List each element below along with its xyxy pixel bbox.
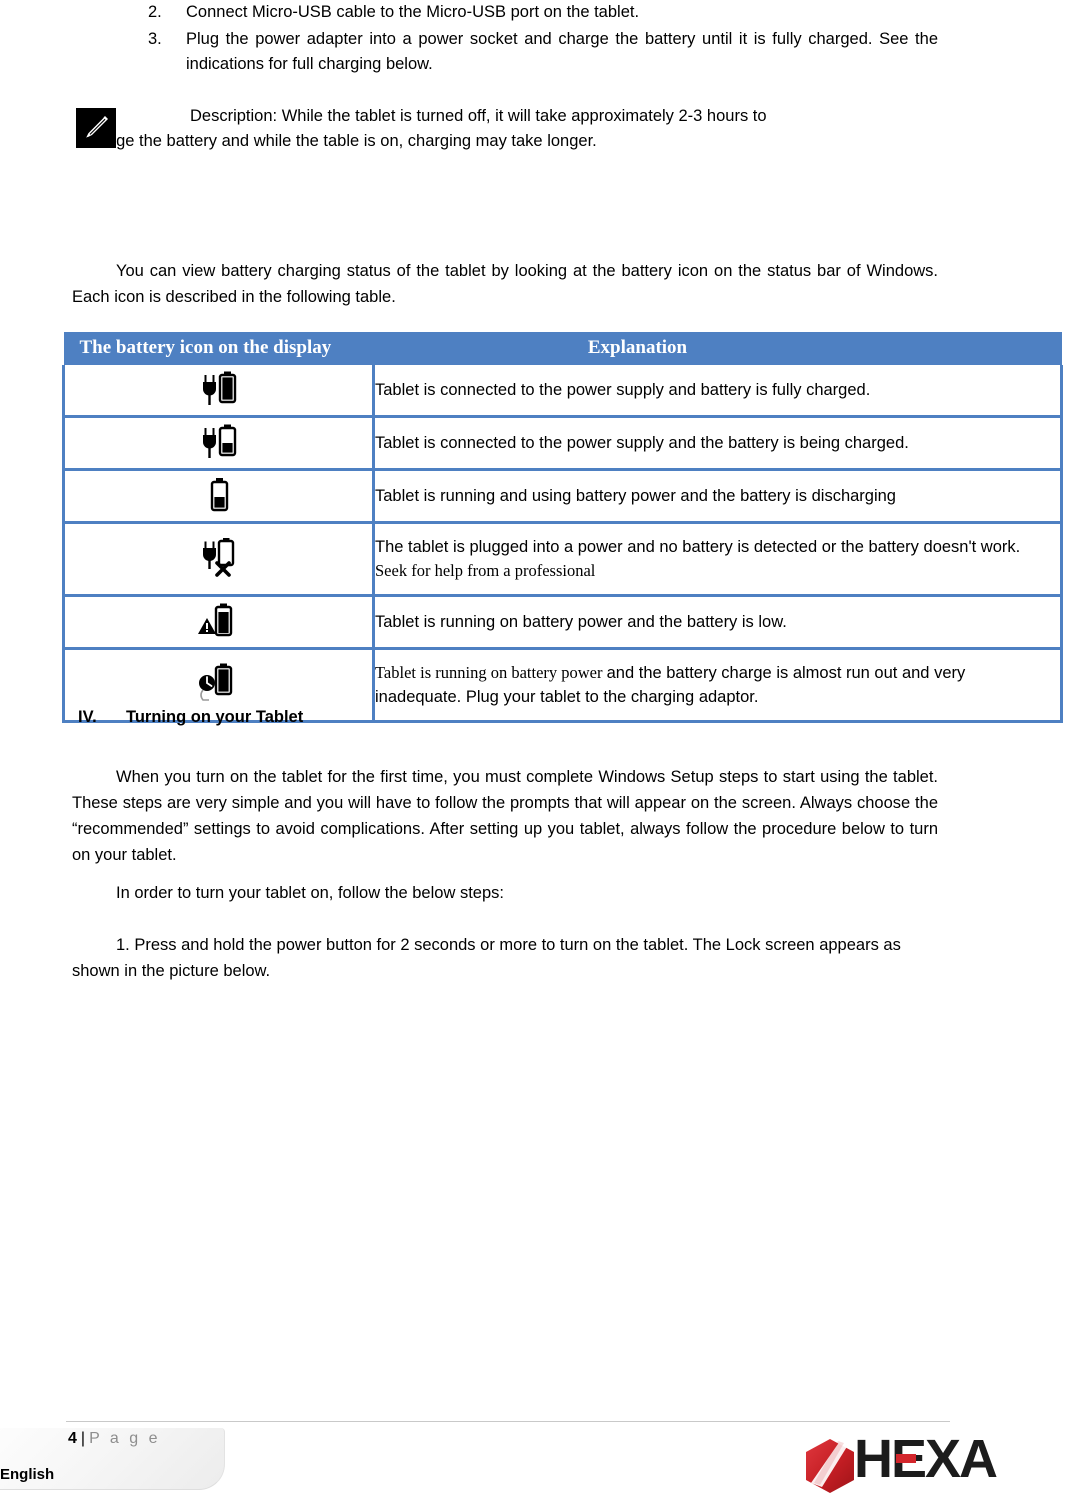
page-number-separator: | (80, 1430, 86, 1447)
note-line-1: Description: While the tablet is turned … (190, 107, 767, 125)
note-line-2: charge the battery and while the table i… (84, 132, 597, 150)
row-explanation: The tablet is plugged into a power and n… (372, 521, 1063, 596)
row-explanation-part1: The tablet is plugged into a power and n… (375, 538, 1021, 556)
document-page: 2. Connect Micro-USB cable to the Micro-… (0, 0, 1089, 1493)
row-explanation: Tablet is connected to the power supply … (372, 365, 1063, 417)
svg-text:HEXA: HEXA (854, 1432, 997, 1488)
list-item: 2. Connect Micro-USB cable to the Micro-… (148, 0, 938, 25)
battery-plug-charging-icon (62, 415, 375, 470)
table-body: Tablet is connected to the power supply … (62, 365, 1063, 723)
row-explanation: Tablet is running and using battery powe… (372, 468, 1063, 523)
step-text: Plug the power adapter into a power sock… (186, 30, 938, 73)
row-explanation-part2: Seek for help from a professional (375, 561, 596, 580)
battery-low-warning-icon (62, 594, 375, 649)
row-explanation: Tablet is running on battery power and t… (372, 594, 1063, 649)
table-header-row: The battery icon on the display Explanat… (63, 332, 1062, 365)
row-explanation: Tablet is connected to the power supply … (372, 415, 1063, 470)
battery-plug-full-icon (62, 365, 375, 417)
page-number-value: 4 (68, 1430, 77, 1447)
page-number-footer: 4 | P a g e (68, 1430, 160, 1448)
section-heading: IV. Turning on your Tablet (78, 708, 303, 727)
section-paragraph-2: In order to turn your tablet on, follow … (116, 884, 504, 902)
table-row: Tablet is connected to the power supply … (62, 415, 1063, 470)
table-row: Tablet is running and using battery powe… (62, 468, 1063, 523)
hexagon-logo-icon (806, 1438, 854, 1493)
page-word-label: P a g e (89, 1430, 161, 1447)
section-paragraph-3: 1. Press and hold the power button for 2… (72, 936, 901, 980)
row-explanation: Tablet is running on battery power and t… (372, 647, 1063, 723)
battery-discharging-icon (62, 468, 375, 523)
column-header-icon: The battery icon on the display (63, 332, 374, 365)
section-paragraph-1: When you turn on the tablet for the firs… (72, 768, 938, 864)
battery-no-battery-x-icon (62, 521, 375, 596)
column-header-explanation: Explanation (373, 332, 1062, 365)
battery-icon-table: The battery icon on the display Explanat… (62, 332, 1063, 723)
description-note: Description: While the tablet is turned … (84, 104, 938, 154)
row-explanation-part1: Tablet is running on battery power (375, 663, 607, 682)
table-row: Tablet is running on battery power and t… (62, 594, 1063, 649)
table-row: The tablet is plugged into a power and n… (62, 521, 1063, 596)
language-label: English (0, 1466, 55, 1483)
step-number: 3. (148, 30, 162, 48)
section-numeral: IV. (78, 708, 97, 726)
footer-divider (66, 1421, 950, 1422)
section-title: Turning on your Tablet (126, 708, 304, 726)
numbered-step-list: 2. Connect Micro-USB cable to the Micro-… (148, 0, 938, 79)
list-item: 3. Plug the power adapter into a power s… (148, 27, 938, 77)
intro-paragraph: You can view battery charging status of … (72, 262, 938, 306)
step-text: Connect Micro-USB cable to the Micro-USB… (186, 3, 640, 21)
table-header: The battery icon on the display Explanat… (63, 332, 1062, 365)
table-row: Tablet is connected to the power supply … (62, 365, 1063, 417)
step-number: 2. (148, 3, 162, 21)
